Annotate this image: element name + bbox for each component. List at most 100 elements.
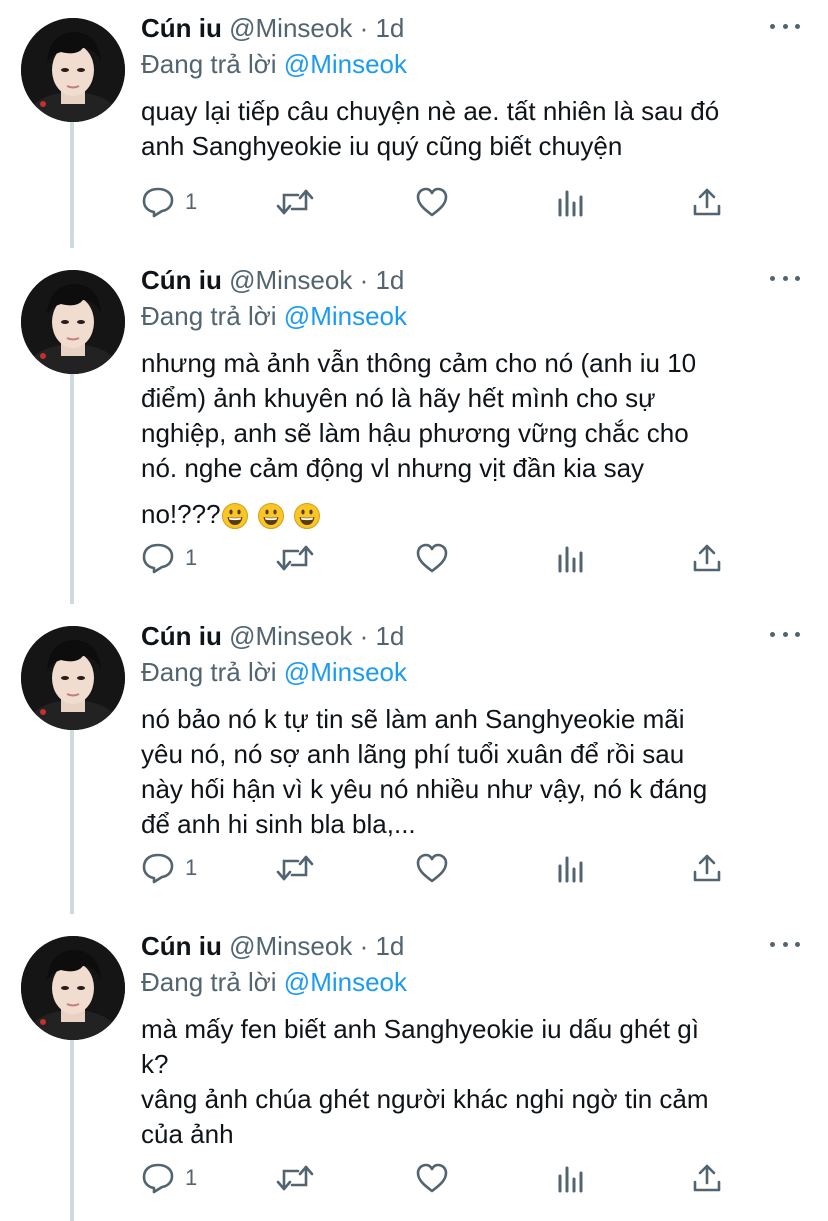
user-handle[interactable]: @Minseok [229, 13, 352, 43]
display-name[interactable]: Cún iu [141, 931, 222, 961]
replying-to: Đang trả lời @Minseok [141, 654, 804, 690]
tweet-text: nhưng mà ảnh vẫn thông cảm cho nó (anh i… [141, 348, 697, 483]
replying-prefix: Đang trả lời [141, 49, 277, 79]
share-button[interactable] [692, 1158, 722, 1198]
separator-dot: · [359, 621, 369, 651]
avatar[interactable] [21, 626, 125, 730]
grinning-face-emoji [221, 501, 249, 541]
tweet-actions: 1 [141, 182, 741, 222]
retweet-button[interactable] [275, 1158, 315, 1198]
retweet-icon [275, 542, 315, 574]
more-icon[interactable] [770, 266, 800, 290]
avatar[interactable] [21, 270, 125, 374]
avatar[interactable] [21, 18, 125, 122]
reply-button[interactable]: 1 [141, 538, 197, 578]
tweet-text: quay lại tiếp câu chuyện nè ae. tất nhiê… [141, 96, 720, 161]
share-button[interactable] [692, 538, 722, 578]
replying-to: Đang trả lời @Minseok [141, 46, 804, 82]
reply-button[interactable]: 1 [141, 182, 197, 222]
reply-icon [141, 852, 175, 884]
avatar[interactable] [21, 936, 125, 1040]
tweet-text: mà mấy fen biết anh Sanghyeokie iu dấu g… [141, 1014, 709, 1149]
timestamp[interactable]: 1d [375, 265, 404, 295]
reply-button[interactable]: 1 [141, 1158, 197, 1198]
separator-dot: · [359, 931, 369, 961]
tweet-header: Cún iu @Minseok · 1d [141, 10, 804, 46]
tweet[interactable]: Cún iu @Minseok · 1d Đang trả lời @Minse… [0, 918, 828, 1198]
replying-prefix: Đang trả lời [141, 967, 277, 997]
like-button[interactable] [415, 182, 449, 222]
analytics-icon [556, 853, 586, 883]
share-icon [692, 853, 722, 883]
tweet[interactable]: Cún iu @Minseok · 1d Đang trả lời @Minse… [0, 252, 828, 578]
display-name[interactable]: Cún iu [141, 621, 222, 651]
tweet-header: Cún iu @Minseok · 1d [141, 262, 804, 298]
mention-link[interactable]: @Minseok [284, 301, 407, 331]
like-button[interactable] [415, 848, 449, 888]
analytics-button[interactable] [556, 848, 586, 888]
tweet-header: Cún iu @Minseok · 1d [141, 928, 804, 964]
user-handle[interactable]: @Minseok [229, 931, 352, 961]
reply-count: 1 [185, 545, 198, 570]
like-button[interactable] [415, 1158, 449, 1198]
separator-dot: · [359, 13, 369, 43]
share-icon [692, 187, 722, 217]
heart-icon [415, 542, 449, 574]
more-icon[interactable] [770, 622, 800, 646]
reply-count: 1 [185, 855, 198, 880]
display-name[interactable]: Cún iu [141, 265, 222, 295]
timestamp[interactable]: 1d [375, 621, 404, 651]
heart-icon [415, 1162, 449, 1194]
grinning-face-emoji [257, 501, 285, 541]
share-icon [692, 1163, 722, 1193]
display-name[interactable]: Cún iu [141, 13, 222, 43]
retweet-button[interactable] [275, 182, 315, 222]
analytics-button[interactable] [556, 1158, 586, 1198]
like-button[interactable] [415, 538, 449, 578]
reply-icon [141, 1162, 175, 1194]
heart-icon [415, 186, 449, 218]
analytics-icon [556, 1163, 586, 1193]
reply-count: 1 [185, 189, 198, 214]
reply-count: 1 [185, 1165, 198, 1190]
tweet-text-end: no!??? [141, 499, 221, 529]
analytics-icon [556, 187, 586, 217]
share-button[interactable] [692, 182, 722, 222]
reply-button[interactable]: 1 [141, 848, 197, 888]
replying-to: Đang trả lời @Minseok [141, 964, 804, 1000]
share-icon [692, 543, 722, 573]
share-button[interactable] [692, 848, 722, 888]
retweet-icon [275, 186, 315, 218]
replying-prefix: Đang trả lời [141, 657, 277, 687]
retweet-button[interactable] [275, 848, 315, 888]
user-handle[interactable]: @Minseok [229, 265, 352, 295]
separator-dot: · [359, 265, 369, 295]
tweet-header: Cún iu @Minseok · 1d [141, 618, 804, 654]
analytics-button[interactable] [556, 538, 586, 578]
tweet[interactable]: Cún iu @Minseok · 1d Đang trả lời @Minse… [0, 608, 828, 888]
analytics-icon [556, 543, 586, 573]
mention-link[interactable]: @Minseok [284, 49, 407, 79]
grinning-face-emoji [293, 501, 321, 541]
tweet-text-tail: no!??? [141, 494, 804, 541]
more-icon[interactable] [770, 14, 800, 38]
replying-to: Đang trả lời @Minseok [141, 298, 804, 334]
mention-link[interactable]: @Minseok [284, 967, 407, 997]
reply-icon [141, 186, 175, 218]
retweet-icon [275, 1162, 315, 1194]
analytics-button[interactable] [556, 182, 586, 222]
mention-link[interactable]: @Minseok [284, 657, 407, 687]
retweet-icon [275, 852, 315, 884]
replying-prefix: Đang trả lời [141, 301, 277, 331]
tweet-actions: 1 [141, 1158, 741, 1198]
timestamp[interactable]: 1d [375, 13, 404, 43]
timestamp[interactable]: 1d [375, 931, 404, 961]
user-handle[interactable]: @Minseok [229, 621, 352, 651]
tweet-text: nó bảo nó k tự tin sẽ làm anh Sanghyeoki… [141, 704, 708, 839]
more-icon[interactable] [770, 932, 800, 956]
heart-icon [415, 852, 449, 884]
tweet-actions: 1 [141, 538, 741, 578]
retweet-button[interactable] [275, 538, 315, 578]
reply-icon [141, 542, 175, 574]
tweet-actions: 1 [141, 848, 741, 888]
